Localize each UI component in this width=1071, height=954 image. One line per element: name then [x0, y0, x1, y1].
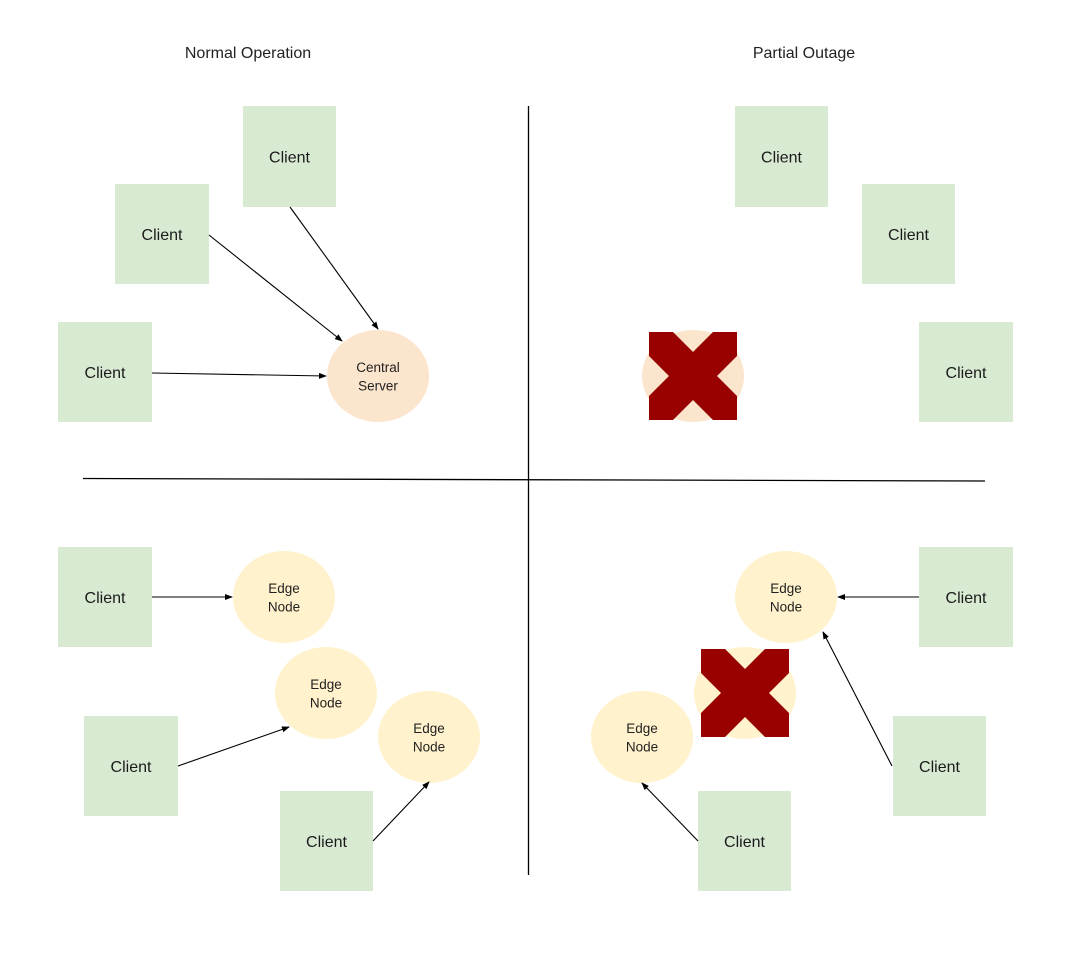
- client-box: Client: [893, 716, 986, 816]
- edge-node-shape: [591, 691, 693, 783]
- client-box: Client: [919, 322, 1013, 422]
- client-label: Client: [269, 150, 310, 167]
- client-label: Client: [85, 590, 126, 607]
- edge-node: Edge Node: [275, 647, 377, 739]
- client-box: Client: [115, 184, 209, 284]
- edge-node: Edge Node: [378, 691, 480, 783]
- client-box: Client: [698, 791, 791, 891]
- client-label: Client: [724, 834, 765, 851]
- edge-node-label: Edge: [770, 581, 802, 596]
- client-box: Client: [919, 547, 1013, 647]
- client-label: Client: [946, 365, 987, 382]
- central-server-label: Server: [358, 378, 398, 393]
- edge-node: Edge Node: [735, 551, 837, 643]
- connection-arrow: [641, 782, 699, 842]
- edge-node: Edge Node: [591, 691, 693, 783]
- edge-node-shape: [233, 551, 335, 643]
- title-partial-outage: Partial Outage: [753, 45, 855, 62]
- client-box: Client: [58, 322, 152, 422]
- client-label: Client: [888, 227, 929, 244]
- client-label: Client: [761, 150, 802, 167]
- central-server-label: Central: [356, 360, 400, 375]
- connection-arrow: [151, 372, 327, 379]
- client-label: Client: [306, 834, 347, 851]
- central-server-shape: [327, 330, 429, 422]
- edge-node-shape: [378, 691, 480, 783]
- client-label: Client: [919, 759, 960, 776]
- client-label: Client: [946, 590, 987, 607]
- title-normal-operation: Normal Operation: [185, 45, 311, 62]
- central-server-failed: [642, 330, 744, 422]
- client-box: Client: [280, 791, 373, 891]
- connection-arrow: [822, 631, 893, 767]
- client-label: Client: [85, 365, 126, 382]
- client-box: Client: [862, 184, 955, 284]
- edge-node-label: Edge: [626, 721, 658, 736]
- client-label: Client: [142, 227, 183, 244]
- client-label: Client: [111, 759, 152, 776]
- edge-node: Edge Node: [233, 551, 335, 643]
- quadrant-edge-outage: Client Client Client Edge Node Edge Node: [591, 547, 1013, 891]
- edge-node-label: Node: [770, 599, 802, 614]
- edge-node-label: Node: [413, 739, 445, 754]
- central-server: Central Server: [327, 330, 429, 422]
- client-box: Client: [58, 547, 152, 647]
- edge-node-label: Node: [626, 739, 658, 754]
- connection-arrow: [372, 781, 430, 842]
- architecture-diagram: Normal Operation Partial Outage ClientCl…: [58, 45, 1013, 891]
- client-box: Client: [243, 106, 336, 207]
- quadrant-edge-normal: Client Client Client Edge Node Edge Node Edge No…: [58, 547, 480, 891]
- edge-node-label: Edge: [310, 677, 342, 692]
- edge-node-label: Edge: [268, 581, 300, 596]
- edge-node-label: Edge: [413, 721, 445, 736]
- quadrant-centralized-outage: Client Client Client: [642, 106, 1013, 422]
- horizontal-divider: [82, 477, 986, 482]
- edge-node-label: Node: [268, 599, 300, 614]
- edge-node-shape: [735, 551, 837, 643]
- edge-node-failed: [694, 647, 796, 739]
- connection-arrow: [177, 726, 290, 767]
- edge-node-label: Node: [310, 695, 342, 710]
- client-box: Client: [84, 716, 178, 816]
- client-box: Client: [735, 106, 828, 207]
- edge-node-shape: [275, 647, 377, 739]
